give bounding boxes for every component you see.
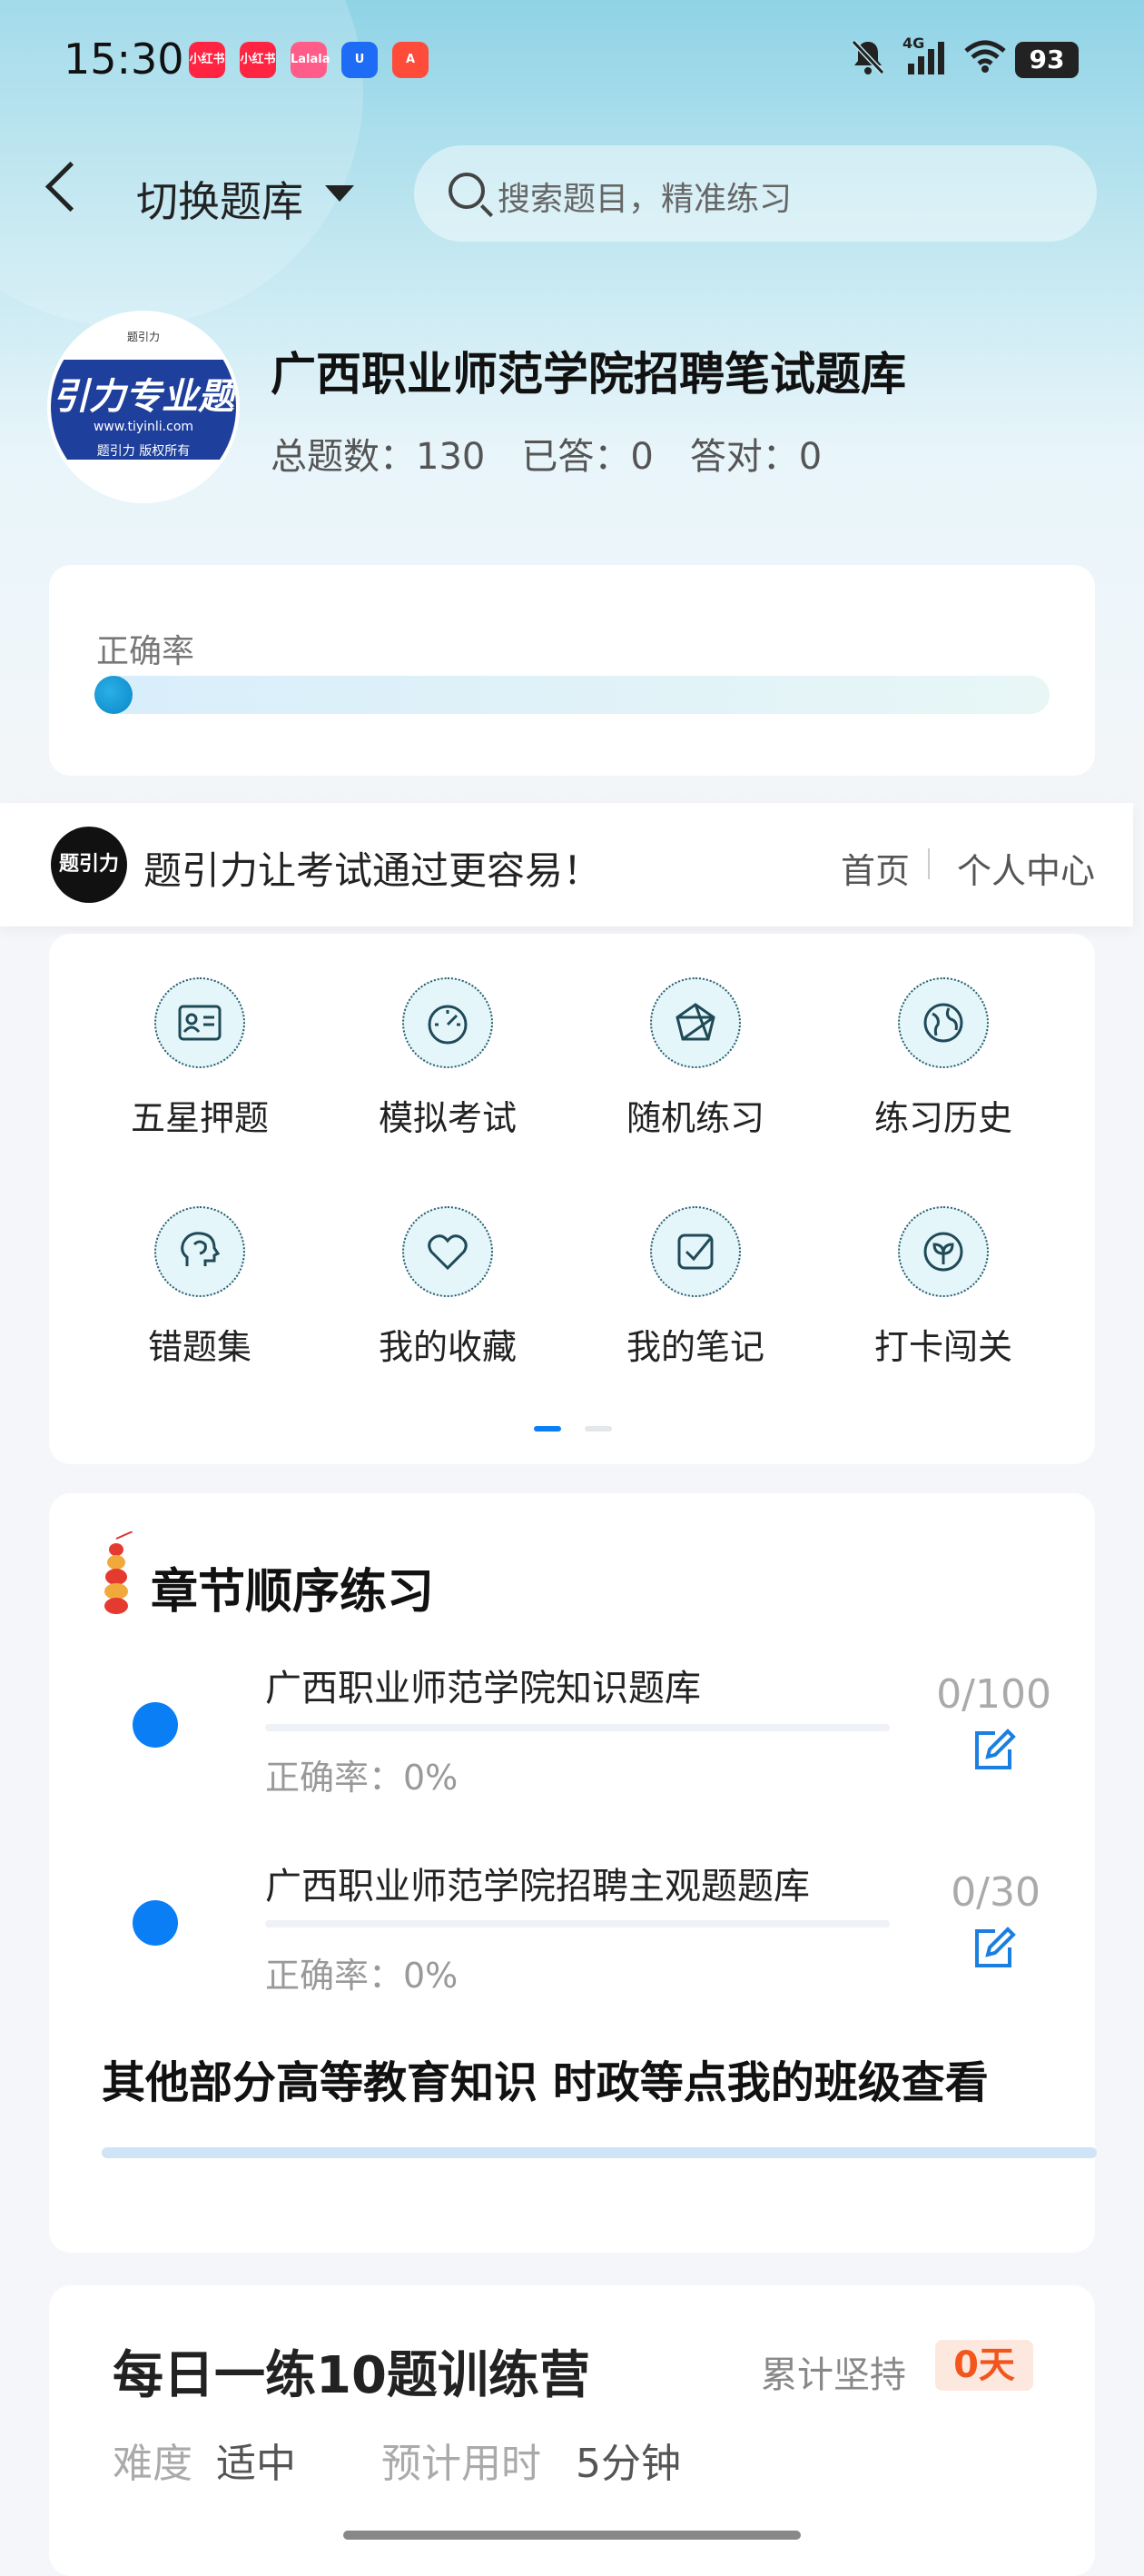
chapter-accuracy: 正确率：0% <box>265 1956 459 1996</box>
chapter-progress-bar <box>265 1724 890 1731</box>
answered-count: 已答：0 <box>521 436 654 478</box>
chapter-count: 0/100 <box>936 1671 1051 1718</box>
accuracy-progress-knob <box>94 676 133 714</box>
time-value: 5分钟 <box>576 2441 681 2487</box>
home-link[interactable]: 首页 <box>841 843 910 893</box>
feature-label: 我的笔记 <box>626 1327 764 1367</box>
logo-top-tag: 题引力 <box>105 325 182 349</box>
feature-label: 模拟考试 <box>378 1098 517 1138</box>
logo-rights: 题引力 版权所有 <box>96 444 191 459</box>
notification-app-icon: U <box>341 42 378 78</box>
chapter-bullet <box>133 1900 178 1946</box>
feature-mock-exam[interactable]: 模拟考试 <box>348 977 547 1140</box>
feature-notes[interactable]: 我的笔记 <box>596 1206 795 1369</box>
brain-icon <box>154 1206 245 1297</box>
home-indicator[interactable] <box>343 2531 801 2540</box>
correct-count: 答对：0 <box>689 436 823 478</box>
edit-icon[interactable] <box>968 1922 1019 1973</box>
accuracy-card <box>49 565 1095 776</box>
firecracker-icon <box>104 1531 133 1614</box>
other-knowledge-link[interactable]: 其他部分高等教育知识 时政等点我的班级查看 <box>102 2055 1064 2111</box>
battery-indicator: 93 <box>1015 42 1079 78</box>
chapter-progress-bar <box>265 1920 890 1927</box>
feature-label: 错题集 <box>147 1327 251 1367</box>
network-type: 4G <box>902 35 925 52</box>
feature-five-star[interactable]: 五星押题 <box>100 977 300 1140</box>
status-indicators: 4G <box>848 35 1008 76</box>
edit-icon[interactable] <box>968 1724 1019 1775</box>
accuracy-progress-bar <box>94 676 1050 714</box>
bank-logo: 题引力 引力专业题 www.tiyinli.com 题引力 版权所有 <box>51 314 236 500</box>
status-time: 15:30 <box>64 35 184 84</box>
chevron-down-icon[interactable] <box>325 185 354 202</box>
personal-center-link[interactable]: 个人中心 <box>957 843 1095 893</box>
bank-title: 广西职业师范学院招聘笔试题库 <box>271 348 906 401</box>
time-label: 预计用时 <box>381 2441 541 2487</box>
bank-stats: 总题数：130 已答：0 答对：0 <box>271 427 822 480</box>
difficulty-label: 难度 <box>113 2441 192 2487</box>
feature-label: 五星押题 <box>130 1098 269 1138</box>
link-underline <box>102 2147 1097 2158</box>
chapter-bullet <box>133 1702 178 1748</box>
switch-bank-label[interactable]: 切换题库 <box>136 169 303 229</box>
feature-favorites[interactable]: 我的收藏 <box>348 1206 547 1369</box>
notification-app-icon: A <box>392 42 429 78</box>
feature-history[interactable]: 练习历史 <box>843 977 1043 1140</box>
chapter-count: 0/30 <box>951 1869 1040 1916</box>
link-divider <box>928 848 930 879</box>
speedometer-icon <box>402 977 493 1068</box>
chapter-name[interactable]: 广西职业师范学院知识题库 <box>265 1659 701 1711</box>
globe-icon <box>898 977 989 1068</box>
leaf-icon <box>898 1206 989 1297</box>
promo-slogan: 题引力让考试通过更容易！ <box>143 848 602 893</box>
id-card-icon <box>154 977 245 1068</box>
search-icon <box>449 173 485 209</box>
chapter-accuracy: 正确率：0% <box>265 1758 459 1798</box>
streak-badge: 0天 <box>935 2340 1033 2391</box>
logo-text: 引力专业题 <box>53 376 234 418</box>
streak-label: 累计坚持 <box>761 2354 906 2396</box>
chapter-section-title: 章节顺序练习 <box>151 1565 435 1620</box>
feature-random-practice[interactable]: 随机练习 <box>596 977 795 1140</box>
feature-label: 我的收藏 <box>378 1327 517 1367</box>
search-input[interactable]: 搜索题目，精准练习 <box>498 173 792 220</box>
signal-icon: 4G <box>902 35 948 76</box>
checkbox-note-icon <box>650 1206 741 1297</box>
difficulty-value: 适中 <box>216 2441 296 2487</box>
total-count: 总题数：130 <box>271 436 486 478</box>
feature-label: 随机练习 <box>626 1098 764 1138</box>
feature-label: 练习历史 <box>873 1098 1012 1138</box>
feature-label: 打卡闯关 <box>873 1327 1012 1367</box>
promo-logo: 题引力 <box>51 827 127 903</box>
page-indicator[interactable] <box>585 1426 612 1432</box>
heart-icon <box>402 1206 493 1297</box>
wifi-icon <box>964 40 1006 73</box>
feature-wrong-answers[interactable]: 错题集 <box>100 1206 300 1369</box>
feature-check-in[interactable]: 打卡闯关 <box>843 1206 1043 1369</box>
bell-muted-icon <box>851 39 885 75</box>
logo-url: www.tiyinli.com <box>93 420 194 434</box>
random-icon <box>650 977 741 1068</box>
daily-practice-title: 每日一练10题训练营 <box>113 2346 590 2405</box>
chapter-name[interactable]: 广西职业师范学院招聘主观题题库 <box>265 1857 810 1909</box>
accuracy-label: 正确率 <box>96 633 195 670</box>
notification-app-icon: 小红书 <box>189 42 225 78</box>
notification-app-icon: Lalala <box>291 42 330 78</box>
page-indicator-active <box>534 1426 561 1432</box>
notification-app-icon: 小红书 <box>240 42 276 78</box>
status-app-icons: 小红书 小红书 Lalala U A <box>189 42 429 78</box>
